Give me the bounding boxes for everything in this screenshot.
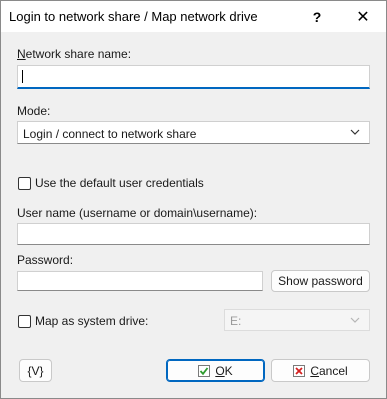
password-label: Password: <box>17 253 74 267</box>
network-share-dialog: Login to network share / Map network dri… <box>0 0 387 399</box>
ok-label-mnemonic: O <box>215 363 225 378</box>
map-drive-checkbox[interactable] <box>18 315 31 328</box>
default-credentials-checkbox[interactable] <box>18 177 31 190</box>
window-title: Login to network share / Map network dri… <box>9 9 258 24</box>
mode-selected-value: Login / connect to network share <box>23 127 197 141</box>
help-button[interactable]: ? <box>294 1 340 32</box>
title-bar: Login to network share / Map network dri… <box>1 1 386 32</box>
show-password-label: Show password <box>278 274 363 288</box>
username-input[interactable] <box>17 223 370 245</box>
share-name-label-text: etwork share name: <box>25 47 132 61</box>
share-name-label-mnemonic: N <box>17 47 26 61</box>
share-name-input[interactable] <box>17 65 370 89</box>
drive-letter-value: E: <box>230 314 242 328</box>
cancel-label-text: ancel <box>318 363 348 378</box>
cancel-label-mnemonic: C <box>310 363 319 378</box>
drive-letter-dropdown[interactable]: E: <box>224 309 370 331</box>
close-button[interactable]: ✕ <box>340 1 386 32</box>
chevron-down-icon <box>350 129 360 135</box>
checkmark-icon <box>198 364 211 377</box>
ok-button[interactable]: OK <box>166 359 265 382</box>
share-name-label: Network share name: <box>17 47 131 61</box>
ok-button-label: OK <box>215 364 232 378</box>
cancel-button[interactable]: Cancel <box>271 359 370 382</box>
variables-button[interactable]: {V} <box>19 359 52 382</box>
ok-label-text: K <box>224 363 233 378</box>
cancel-x-icon <box>293 364 306 377</box>
default-credentials-label[interactable]: Use the default user credentials <box>35 176 204 190</box>
show-password-button[interactable]: Show password <box>271 270 370 292</box>
map-drive-label[interactable]: Map as system drive: <box>35 314 148 328</box>
username-label: User name (username or domain\username): <box>17 206 258 220</box>
password-input[interactable] <box>17 271 263 291</box>
variables-button-label: {V} <box>27 363 44 378</box>
text-caret <box>22 70 23 83</box>
cancel-button-label: Cancel <box>310 364 347 378</box>
chevron-down-icon <box>350 317 360 323</box>
mode-label: Mode: <box>17 104 51 118</box>
mode-dropdown[interactable]: Login / connect to network share <box>17 121 370 144</box>
